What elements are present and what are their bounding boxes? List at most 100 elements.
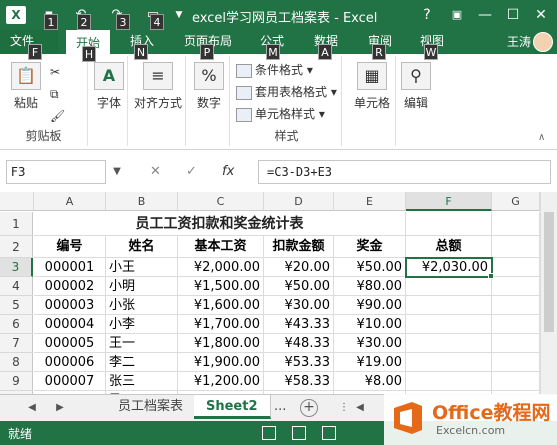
cell-a4[interactable]: 000002	[34, 277, 106, 296]
cell-e5[interactable]: ¥90.00	[334, 296, 406, 315]
row-header-9[interactable]: 9	[0, 372, 33, 391]
fill-handle[interactable]	[488, 273, 494, 279]
cell-f8[interactable]	[406, 353, 492, 372]
collapse-ribbon-icon[interactable]: ∧	[538, 128, 545, 148]
cell-c7[interactable]: ¥1,800.00	[178, 334, 264, 353]
alignment-button[interactable]: ≡ 对齐方式	[132, 62, 184, 111]
hscroll-left-icon[interactable]: ◀	[352, 400, 368, 416]
sheet-tab-more[interactable]: ...	[262, 395, 298, 419]
cell-c5[interactable]: ¥1,600.00	[178, 296, 264, 315]
cell-a6[interactable]: 000004	[34, 315, 106, 334]
cell-d4[interactable]: ¥50.00	[264, 277, 334, 296]
add-sheet-button[interactable]: +	[300, 399, 318, 417]
cell-e8[interactable]: ¥19.00	[334, 353, 406, 372]
cell-f3[interactable]: ¥2,030.00	[406, 258, 492, 277]
cell-d9[interactable]: ¥58.33	[264, 372, 334, 391]
cell-f1[interactable]	[406, 212, 492, 236]
row-header-4[interactable]: 4	[0, 277, 33, 296]
column-header-f[interactable]: F	[406, 192, 492, 211]
page-break-view-icon[interactable]	[322, 426, 336, 440]
avatar[interactable]	[533, 32, 553, 52]
cell-e7[interactable]: ¥30.00	[334, 334, 406, 353]
cut-icon[interactable]: ✂	[50, 62, 60, 82]
column-header-e[interactable]: E	[334, 192, 406, 211]
excel-app-icon[interactable]: X	[6, 6, 26, 24]
header-cell-b[interactable]: 姓名	[106, 236, 178, 258]
column-header-d[interactable]: D	[264, 192, 334, 211]
cell-d8[interactable]: ¥53.33	[264, 353, 334, 372]
sheet-tab-employee[interactable]: 员工档案表	[106, 395, 197, 419]
cell-f6[interactable]	[406, 315, 492, 334]
prev-sheet-icon[interactable]: ◀	[24, 400, 40, 416]
cell-e4[interactable]: ¥80.00	[334, 277, 406, 296]
copy-icon[interactable]: ⧉	[50, 84, 59, 104]
cell-f7[interactable]	[406, 334, 492, 353]
cell-f5[interactable]	[406, 296, 492, 315]
tab-home[interactable]: 开始 H	[66, 30, 111, 62]
name-box[interactable]: F3	[6, 160, 106, 184]
row-header-8[interactable]: 8	[0, 353, 33, 372]
cell-g6[interactable]	[492, 315, 540, 334]
name-box-dropdown-icon[interactable]: ▼	[110, 160, 124, 184]
cell-g8[interactable]	[492, 353, 540, 372]
worksheet-grid[interactable]: A B C D E F G 1 2 3 4 5 6 7 8 9 10 员工工资扣…	[0, 192, 557, 394]
cell-d5[interactable]: ¥30.00	[264, 296, 334, 315]
column-header-g[interactable]: G	[492, 192, 540, 211]
cell-d6[interactable]: ¥43.33	[264, 315, 334, 334]
tab-data[interactable]: 数据 A	[304, 30, 348, 60]
enter-formula-icon[interactable]: ✓	[186, 160, 197, 184]
cell-b3[interactable]: 小王	[106, 258, 178, 277]
ribbon-display-icon[interactable]: ▣	[446, 5, 468, 25]
cell-b7[interactable]: 王一	[106, 334, 178, 353]
header-cell-e[interactable]: 奖金	[334, 236, 406, 258]
normal-view-icon[interactable]	[262, 426, 276, 440]
cell-c6[interactable]: ¥1,700.00	[178, 315, 264, 334]
restore-button[interactable]: ☐	[502, 5, 524, 25]
cell-c8[interactable]: ¥1,900.00	[178, 353, 264, 372]
format-painter-icon[interactable]: 🖌	[50, 106, 65, 126]
cell-g4[interactable]	[492, 277, 540, 296]
table-title-cell[interactable]: 员工工资扣款和奖金统计表	[34, 212, 406, 236]
row-header-7[interactable]: 7	[0, 334, 33, 353]
paste-button[interactable]: 📋 粘贴	[8, 62, 44, 111]
insert-function-icon[interactable]: fx	[222, 160, 234, 184]
user-name[interactable]: 王涛	[507, 30, 531, 54]
editing-button[interactable]: ⚲ 编辑	[398, 62, 434, 111]
header-cell-c[interactable]: 基本工资	[178, 236, 264, 258]
cells-button[interactable]: ▦ 单元格	[350, 62, 394, 111]
row-header-2[interactable]: 2	[0, 236, 33, 258]
tab-view[interactable]: 视图 W	[410, 30, 454, 60]
header-cell-f[interactable]: 总额	[406, 236, 492, 258]
row-header-1[interactable]: 1	[0, 212, 33, 236]
cell-a3[interactable]: 000001	[34, 258, 106, 277]
next-sheet-icon[interactable]: ▶	[52, 400, 68, 416]
font-button[interactable]: A 字体	[92, 62, 126, 111]
cell-b6[interactable]: 小李	[106, 315, 178, 334]
cell-d3[interactable]: ¥20.00	[264, 258, 334, 277]
formula-input[interactable]: =C3-D3+E3	[258, 160, 551, 184]
cell-a8[interactable]: 000006	[34, 353, 106, 372]
column-header-a[interactable]: A	[34, 192, 106, 211]
minimize-button[interactable]: —	[474, 5, 496, 25]
cell-e6[interactable]: ¥10.00	[334, 315, 406, 334]
header-cell-d[interactable]: 扣款金额	[264, 236, 334, 258]
more-options-icon[interactable]: ⋮	[336, 400, 352, 416]
tab-review[interactable]: 审阅 R	[358, 30, 402, 60]
cell-styles-button[interactable]: 单元格样式 ▾	[236, 104, 325, 124]
cell-g1[interactable]	[492, 212, 540, 236]
cell-a5[interactable]: 000003	[34, 296, 106, 315]
cell-b4[interactable]: 小明	[106, 277, 178, 296]
column-header-c[interactable]: C	[178, 192, 264, 211]
column-header-b[interactable]: B	[106, 192, 178, 211]
sheet-tab-sheet2[interactable]: Sheet2	[194, 395, 271, 419]
cell-d7[interactable]: ¥48.33	[264, 334, 334, 353]
row-header-5[interactable]: 5	[0, 296, 33, 315]
header-cell-a[interactable]: 编号	[34, 236, 106, 258]
cell-g3[interactable]	[492, 258, 540, 277]
close-button[interactable]: ✕	[530, 5, 552, 25]
cell-f9[interactable]	[406, 372, 492, 391]
cell-c3[interactable]: ¥2,000.00	[178, 258, 264, 277]
select-all-corner[interactable]	[0, 192, 34, 211]
help-button[interactable]: ?	[416, 5, 438, 25]
cell-f4[interactable]	[406, 277, 492, 296]
